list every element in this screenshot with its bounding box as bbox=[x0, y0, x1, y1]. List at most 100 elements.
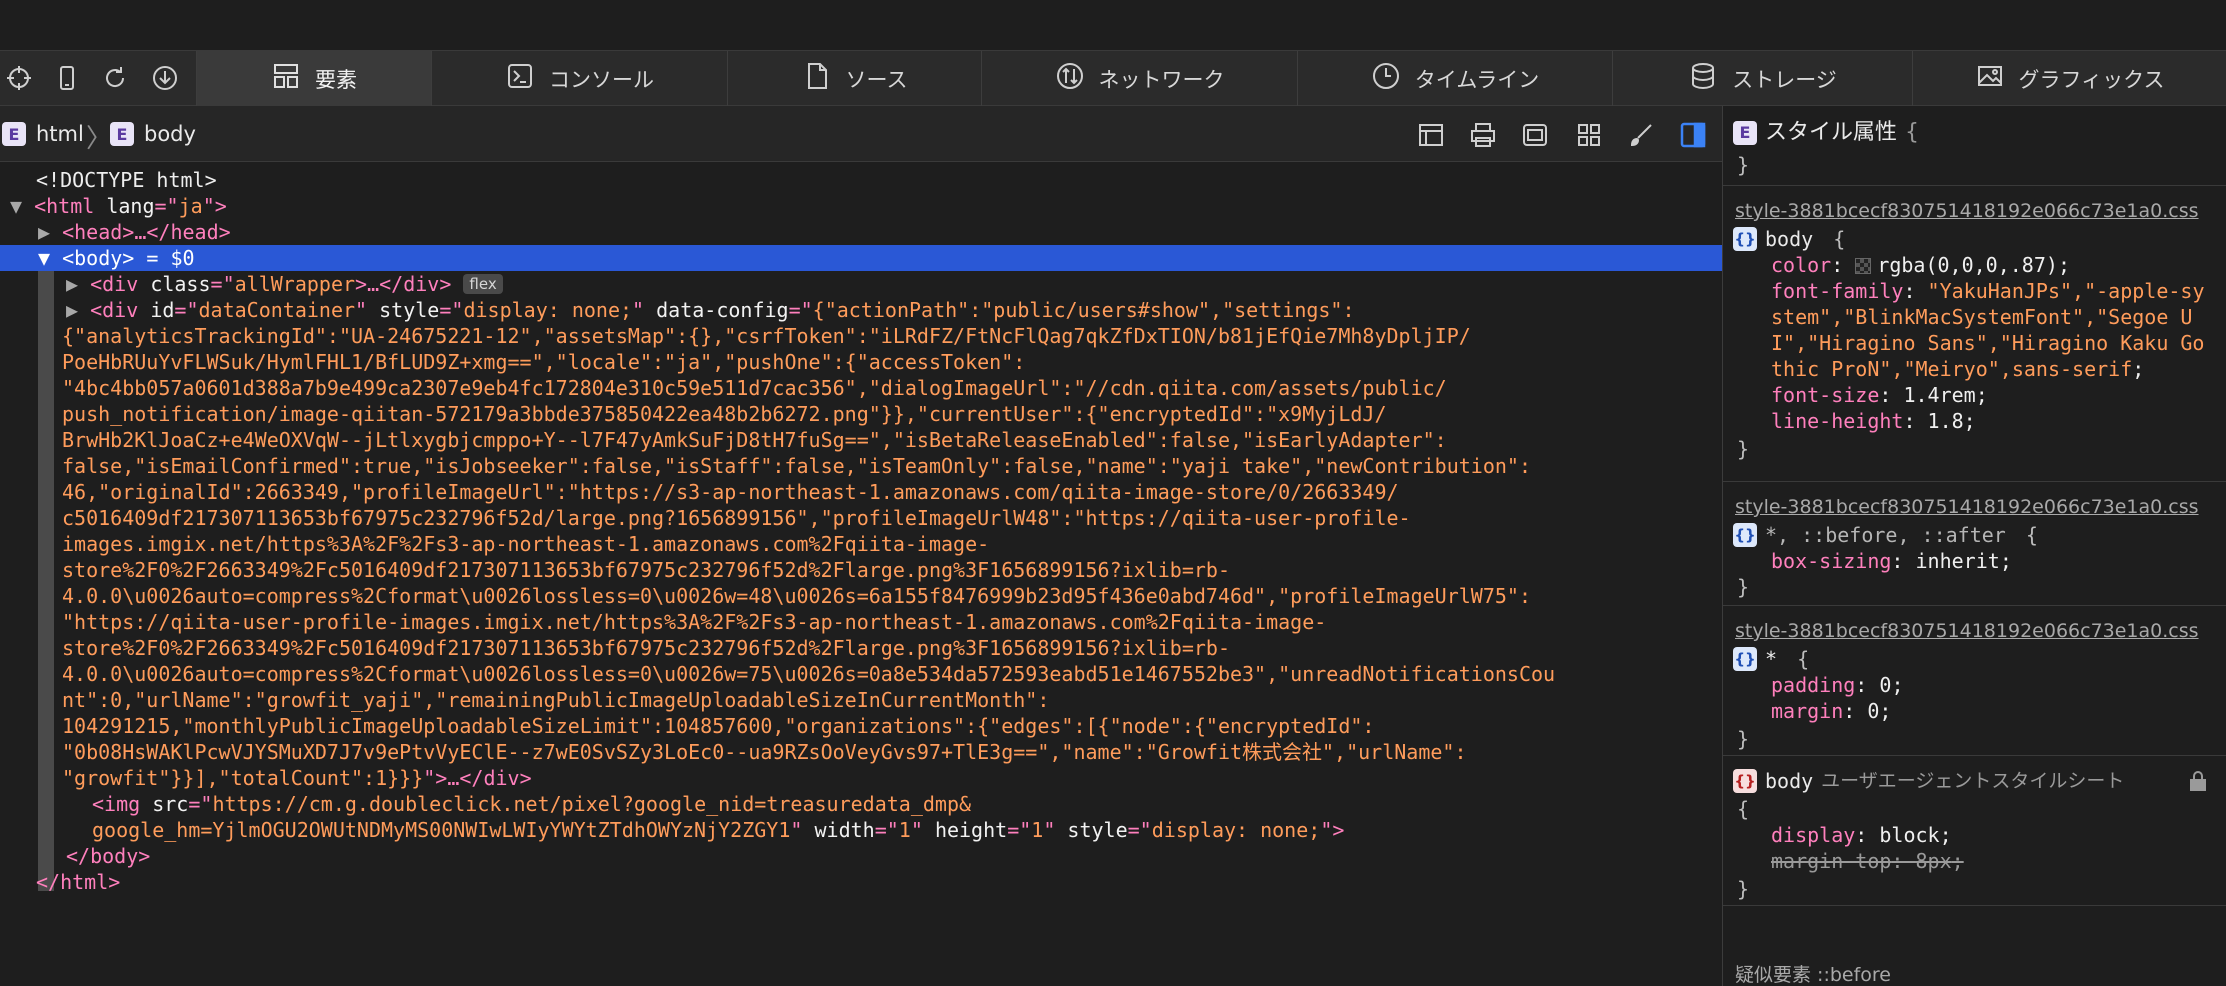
brush-icon[interactable] bbox=[1626, 120, 1656, 150]
dom-tree[interactable]: <!DOCTYPE html> ▼ <html lang="ja"> ▶ <he… bbox=[0, 162, 1722, 986]
sidebar-toggle-icon[interactable] bbox=[1678, 120, 1708, 150]
expanded-triangle-icon[interactable]: ▼ bbox=[10, 194, 34, 218]
stylesheet-link[interactable]: style-3881bcecf830751418192e066c73e1a0.c… bbox=[1735, 494, 2220, 520]
body-close-node[interactable]: </body> bbox=[66, 843, 150, 869]
img-node[interactable]: <img src="https://cm.g.doubleclick.net/p… bbox=[92, 791, 971, 817]
doctype-node[interactable]: <!DOCTYPE html> bbox=[36, 167, 217, 193]
datacontainer-node[interactable]: ▶ <div id="dataContainer" style="display… bbox=[66, 297, 1355, 323]
css-property[interactable]: margin: 0; bbox=[1771, 698, 1891, 724]
tab-label: グラフィックス bbox=[2018, 67, 2165, 92]
grid-icon[interactable] bbox=[1574, 120, 1604, 150]
tab-label: ソース bbox=[845, 67, 908, 92]
tab-storage[interactable]: ストレージ bbox=[1612, 51, 1912, 106]
data-config-line: {"analyticsTrackingId":"UA-24675221-12",… bbox=[62, 324, 1471, 348]
css-property[interactable]: box-sizing: inherit; bbox=[1771, 548, 2012, 574]
tab-console[interactable]: コンソール bbox=[431, 51, 727, 106]
img-node-continuation: google_hm=YjlmOGU2OWUtNDMyMS00NWIwLWIyYW… bbox=[92, 818, 1345, 842]
data-config-line: store%2F0%2F2663349%2Fc5016409df21730711… bbox=[62, 558, 1230, 582]
tab-network[interactable]: ネットワーク bbox=[981, 51, 1297, 106]
rule-selector[interactable]: {} body { bbox=[1733, 226, 1845, 252]
rule-close-brace: } bbox=[1737, 437, 1750, 461]
selected-node-highlight bbox=[0, 245, 1722, 271]
data-config-line: 4.0.0\u0026auto=compress%2Cformat\u0026l… bbox=[62, 584, 1532, 608]
rule-selector[interactable]: {} * { bbox=[1733, 646, 1809, 672]
allwrapper-node[interactable]: ▶ <div class="allWrapper>…</div> flex bbox=[66, 271, 503, 297]
network-icon bbox=[1055, 61, 1085, 96]
print-icon[interactable] bbox=[1468, 120, 1498, 150]
stylesheet-link[interactable]: style-3881bcecf830751418192e066c73e1a0.c… bbox=[1735, 618, 2220, 644]
collapsed-triangle-icon[interactable]: ▶ bbox=[66, 298, 90, 322]
style-rule-universal: style-3881bcecf830751418192e066c73e1a0.c… bbox=[1723, 606, 2226, 756]
graphics-icon bbox=[1975, 61, 2005, 96]
screenshot-icon[interactable] bbox=[1520, 120, 1550, 150]
css-property[interactable]: line-height: 1.8; bbox=[1771, 408, 1976, 434]
tab-label: ストレージ bbox=[1732, 67, 1837, 92]
breadcrumb-label: html bbox=[36, 122, 84, 146]
css-property-overridden[interactable]: margin-top: 8px; bbox=[1771, 848, 1964, 874]
html-close-node[interactable]: </html> bbox=[36, 869, 120, 895]
data-config-line: "0b08HsWAKlPcwVJYSMuXD7J7v9ePtvVyEClE--z… bbox=[62, 740, 1467, 764]
data-config-line: nt":0,"urlName":"growfit_yaji","remainin… bbox=[62, 688, 1050, 712]
reload-icon[interactable] bbox=[96, 59, 134, 97]
rule-selector[interactable]: {} *, ::before, ::after { bbox=[1733, 522, 2038, 548]
data-config-line: PoeHbRUuYvFLWSuk/HymlFHL1/BfLUD9Z+xmg=="… bbox=[62, 350, 1026, 374]
data-config-line: 4.0.0\u0026auto=compress%2Cformat\u0026l… bbox=[62, 662, 1556, 686]
element-badge-icon: E bbox=[1733, 121, 1757, 145]
breadcrumb-separator-icon: 〉 bbox=[86, 124, 113, 154]
style-attribute-open-brace: { bbox=[1905, 120, 1920, 145]
tab-elements[interactable]: 要素 bbox=[196, 51, 431, 106]
breadcrumb-item-body[interactable]: E body bbox=[110, 122, 196, 146]
rule-open-brace: { bbox=[1737, 797, 1750, 821]
collapsed-triangle-icon[interactable]: ▶ bbox=[38, 220, 62, 244]
rule-badge-icon: {} bbox=[1733, 523, 1757, 547]
rule-badge-icon: {} bbox=[1733, 227, 1757, 251]
user-agent-badge-icon: {} bbox=[1733, 769, 1757, 793]
data-config-line: 46,"originalId":2663349,"profileImageUrl… bbox=[62, 480, 1399, 504]
download-icon[interactable] bbox=[146, 59, 184, 97]
tab-sources[interactable]: ソース bbox=[727, 51, 981, 106]
stylesheet-link[interactable]: style-3881bcecf830751418192e066c73e1a0.c… bbox=[1735, 198, 2220, 224]
body-node[interactable]: ▼ <body> = $0 bbox=[38, 245, 195, 271]
styles-sidebar: E スタイル属性 { } style-3881bcecf830751418192… bbox=[1722, 106, 2226, 986]
elements-icon bbox=[271, 61, 301, 96]
head-node[interactable]: ▶ <head>…</head> bbox=[38, 219, 231, 245]
tab-label: ネットワーク bbox=[1098, 67, 1225, 92]
css-property[interactable]: padding: 0; bbox=[1771, 672, 1903, 698]
data-config-line: false,"isEmailConfirmed":true,"isJobseek… bbox=[62, 454, 1532, 478]
collapsed-triangle-icon[interactable]: ▶ bbox=[66, 272, 90, 296]
tab-label: 要素 bbox=[315, 67, 357, 92]
css-property[interactable]: box-sizingfont-family: "YakuHanJPs","-ap… bbox=[1771, 278, 2211, 382]
data-config-line: 104291215,"monthlyPublicImageUploadableS… bbox=[62, 714, 1375, 738]
style-rule-body: style-3881bcecf830751418192e066c73e1a0.c… bbox=[1723, 186, 2226, 482]
breadcrumb: E html 〉 E body bbox=[0, 106, 1722, 162]
rule-close-brace: } bbox=[1737, 877, 1750, 901]
rule-selector[interactable]: {} body ユーザエージェントスタイルシート bbox=[1733, 768, 2124, 794]
crosshair-icon[interactable] bbox=[0, 59, 38, 97]
css-property[interactable]: display: block; bbox=[1771, 822, 1952, 848]
tab-graphics[interactable]: グラフィックス bbox=[1912, 51, 2226, 106]
expanded-triangle-icon[interactable]: ▼ bbox=[38, 246, 62, 270]
element-badge-icon: E bbox=[110, 122, 134, 146]
data-config-line: store%2F0%2F2663349%2Fc5016409df21730711… bbox=[62, 636, 1230, 660]
data-config-line: "4bc4bb057a0601d388a7b9e499ca2307e9eb4fc… bbox=[62, 376, 1447, 400]
device-icon[interactable] bbox=[48, 59, 86, 97]
html-node[interactable]: ▼ <html lang="ja"> bbox=[10, 193, 227, 219]
data-config-line: BrwHb2KlJoaCz+e4WeOXVqW--jLtlxygbjcmppo+… bbox=[62, 428, 1447, 452]
breadcrumb-item-html[interactable]: E html bbox=[2, 122, 84, 146]
style-attribute-close-brace: } bbox=[1737, 153, 1750, 177]
layout-overlay-icon[interactable] bbox=[1416, 120, 1446, 150]
tab-label: タイムライン bbox=[1414, 67, 1540, 92]
css-property[interactable]: font-size: 1.4rem; bbox=[1771, 382, 1988, 408]
user-agent-stylesheet-label: ユーザエージェントスタイルシート bbox=[1821, 770, 2125, 792]
tab-timeline[interactable]: タイムライン bbox=[1297, 51, 1612, 106]
css-property[interactable]: color: rgba(0,0,0,.87); bbox=[1771, 252, 2070, 278]
color-swatch-icon[interactable] bbox=[1855, 258, 1872, 274]
lock-icon bbox=[2189, 770, 2207, 798]
data-config-line: "growfit"}}],"totalCount":1}}}">…</div> bbox=[62, 766, 532, 790]
pseudo-element-label: 疑似要素 ::before bbox=[1735, 964, 1891, 986]
rule-badge-icon: {} bbox=[1733, 647, 1757, 671]
breadcrumb-label: body bbox=[144, 122, 196, 146]
rule-close-brace: } bbox=[1737, 727, 1750, 751]
style-rule-user-agent-body: {} body ユーザエージェントスタイルシート { display: bloc… bbox=[1723, 756, 2226, 906]
flex-badge[interactable]: flex bbox=[463, 274, 503, 294]
